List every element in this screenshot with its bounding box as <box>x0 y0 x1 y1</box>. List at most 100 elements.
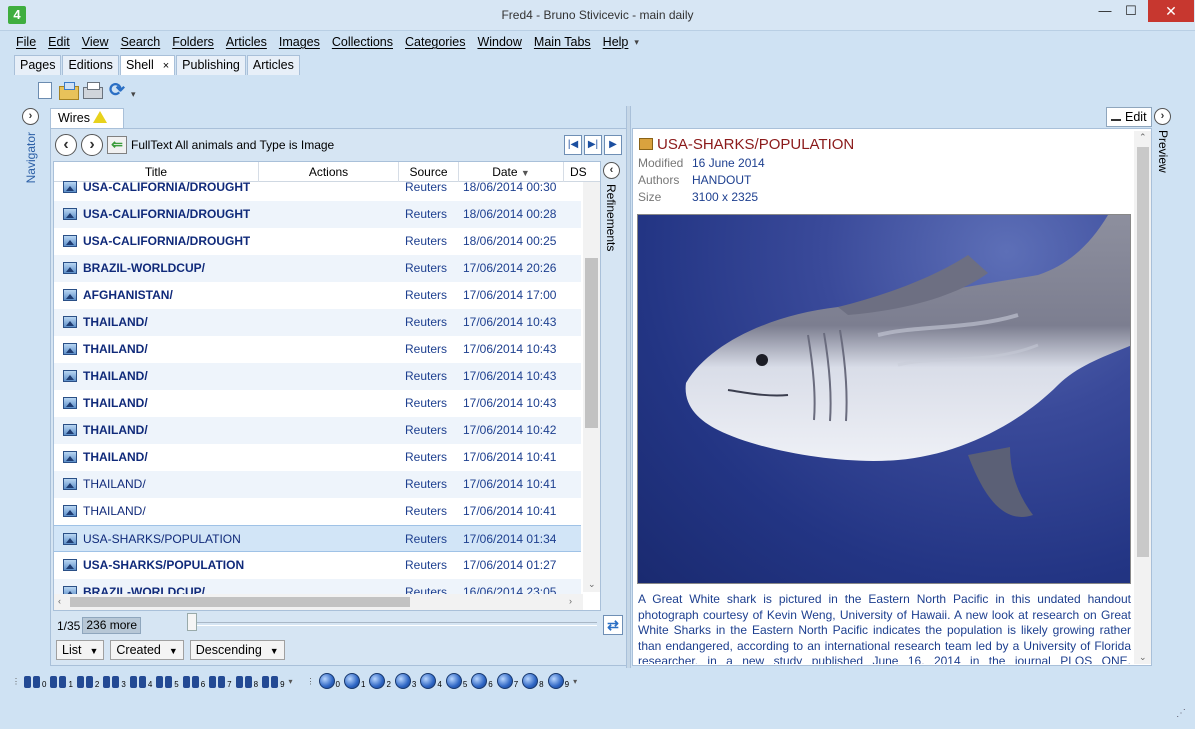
tab-shell[interactable]: Shell × <box>119 55 176 75</box>
table-row[interactable]: THAILAND/Reuters 17/06/2014 10:43 <box>54 336 581 363</box>
tab-articles[interactable]: Articles <box>246 55 300 75</box>
preview-label[interactable]: Preview <box>1156 130 1170 173</box>
table-row[interactable]: USA-CALIFORNIA/DROUGHT Reuters 18/06/2014 … <box>54 228 581 255</box>
globe-slot[interactable]: 4 <box>420 673 442 689</box>
slider-track[interactable] <box>187 622 597 626</box>
globe-slot[interactable]: 0 <box>318 673 340 689</box>
table-row[interactable]: BRAZIL-WORLDCUP/Reuters 17/06/2014 20:26 <box>54 255 581 282</box>
forward-button[interactable]: › <box>81 134 103 156</box>
table-row[interactable]: AFGHANISTAN/Reuters 17/06/2014 17:00 <box>54 282 581 309</box>
vertical-scroll-thumb[interactable] <box>585 258 598 428</box>
saved-search-slot[interactable]: 4 <box>129 673 152 689</box>
first-page-button[interactable]: |◀ <box>564 135 582 155</box>
table-row[interactable]: THAILAND/Reuters 17/06/2014 10:41 <box>54 471 581 498</box>
scroll-right-icon[interactable]: › <box>569 596 572 606</box>
maximize-button[interactable]: ☐ <box>1116 0 1146 22</box>
table-row[interactable]: THAILAND/Reuters 17/06/2014 10:43 <box>54 309 581 336</box>
scroll-down-icon[interactable]: ⌄ <box>588 579 596 590</box>
next-page-button[interactable]: ▶ <box>604 135 622 155</box>
globe-slot[interactable]: 3 <box>394 673 416 689</box>
menu-collections[interactable]: Collections <box>326 33 399 53</box>
table-row[interactable]: USA-SHARKS/POPULATION Reuters 17/06/2014 0… <box>54 525 581 552</box>
saved-search-slot[interactable]: 1 <box>50 673 73 689</box>
horizontal-scrollbar[interactable]: ‹ › <box>54 594 583 610</box>
saved-search-slot[interactable]: 8 <box>235 673 258 689</box>
table-row[interactable]: THAILAND/Reuters 17/06/2014 10:43 <box>54 390 581 417</box>
refinements-toggle-button[interactable]: ‹ <box>603 162 620 179</box>
search-slots: 0123456789 <box>24 673 289 689</box>
open-folder-icon[interactable] <box>59 81 79 100</box>
scroll-up-icon[interactable]: ⌃ <box>1139 132 1147 143</box>
sort-order-select[interactable]: Descending ▼ <box>189 640 285 660</box>
new-document-icon[interactable] <box>38 82 52 99</box>
saved-search-slot[interactable]: 5 <box>156 673 179 689</box>
overflow-icon[interactable]: ▾ <box>573 677 577 686</box>
menu-images[interactable]: Images <box>273 33 326 53</box>
globe-slot[interactable]: 8 <box>522 673 544 689</box>
menu-view[interactable]: View <box>76 33 115 53</box>
saved-search-slot[interactable]: 7 <box>209 673 232 689</box>
tab-close-icon[interactable]: × <box>163 60 169 72</box>
saved-search-slot[interactable]: 2 <box>76 673 99 689</box>
row-source: Reuters <box>405 558 448 572</box>
globe-slot[interactable]: 1 <box>344 673 365 689</box>
refresh-results-button[interactable]: ⇄ <box>603 615 623 635</box>
scroll-left-icon[interactable]: ‹ <box>58 596 61 606</box>
globe-slot[interactable]: 2 <box>369 673 391 689</box>
panel-splitter[interactable] <box>626 106 631 668</box>
menu-overflow-icon[interactable]: ▾ <box>634 33 644 53</box>
slider-thumb[interactable] <box>187 613 197 631</box>
scroll-down-icon[interactable]: ⌄ <box>1139 652 1147 663</box>
toolbar-overflow-icon[interactable]: ▾ <box>131 89 136 100</box>
tab-publishing[interactable]: Publishing <box>176 55 246 75</box>
table-row[interactable]: THAILAND/Reuters 17/06/2014 10:41 <box>54 498 581 525</box>
tab-wires[interactable]: Wires× <box>50 108 124 143</box>
preview-toggle-button[interactable]: › <box>1154 108 1171 125</box>
menu-help[interactable]: Help <box>597 33 635 53</box>
saved-search-slot[interactable]: 9 <box>262 673 285 689</box>
refinements-label[interactable]: Refinements <box>604 184 618 251</box>
globe-slot[interactable]: 5 <box>445 673 467 689</box>
globe-slot[interactable]: 7 <box>496 673 518 689</box>
table-row[interactable]: USA-CALIFORNIA/DROUGHT Reuters 18/06/2014 … <box>54 201 581 228</box>
menu-articles[interactable]: Articles <box>220 33 273 53</box>
refresh-icon[interactable]: ⟳ <box>107 80 127 101</box>
saved-search-slot[interactable]: 6 <box>182 673 205 689</box>
menu-file[interactable]: File <box>10 33 42 53</box>
saved-search-slot[interactable]: 3 <box>103 673 126 689</box>
overflow-icon[interactable]: ▾ <box>289 677 293 686</box>
menu-edit[interactable]: Edit <box>42 33 76 53</box>
menu-main-tabs[interactable]: Main Tabs <box>528 33 597 53</box>
menu-window[interactable]: Window <box>471 33 527 53</box>
table-row[interactable]: THAILAND/Reuters 17/06/2014 10:41 <box>54 444 581 471</box>
green-arrow-icon[interactable]: ⇐ <box>107 136 127 154</box>
globe-slot[interactable]: 6 <box>471 673 493 689</box>
more-results-button[interactable]: 236 more <box>82 617 142 634</box>
close-window-button[interactable]: ✕ <box>1148 0 1194 22</box>
preview-scrollbar[interactable]: ⌃ ⌄ <box>1134 131 1151 664</box>
menu-categories[interactable]: Categories <box>399 33 471 53</box>
table-row[interactable]: THAILAND/Reuters 17/06/2014 10:43 <box>54 363 581 390</box>
globe-slot[interactable]: 9 <box>547 673 569 689</box>
menu-search[interactable]: Search <box>115 33 167 53</box>
preview-scroll-thumb[interactable] <box>1137 147 1149 557</box>
sort-field-select[interactable]: Created ▼ <box>110 640 184 660</box>
saved-search-slot[interactable]: 0 <box>24 673 46 689</box>
tab-editions[interactable]: Editions <box>62 55 119 75</box>
print-icon[interactable] <box>83 81 103 99</box>
back-button[interactable]: ‹ <box>55 134 77 156</box>
image-icon <box>63 559 77 571</box>
edit-button[interactable]: Edit <box>1106 107 1152 127</box>
last-page-button[interactable]: ▶| <box>584 135 602 155</box>
table-row[interactable]: THAILAND/Reuters 17/06/2014 10:42 <box>54 417 581 444</box>
table-row[interactable]: USA-CALIFORNIA/DROUGHT Reuters 18/06/2014 … <box>54 174 581 201</box>
view-mode-select[interactable]: List ▼ <box>56 640 105 660</box>
resize-grip-icon[interactable]: ⋰ <box>1176 708 1186 719</box>
table-row[interactable]: USA-SHARKS/POPULATION Reuters 17/06/2014 0… <box>54 552 581 579</box>
menu-folders[interactable]: Folders <box>166 33 220 53</box>
navigator-label[interactable]: Navigator <box>24 132 38 183</box>
navigator-toggle-button[interactable]: › <box>22 108 39 125</box>
horizontal-scroll-thumb[interactable] <box>70 597 410 607</box>
tab-pages[interactable]: Pages <box>14 55 62 75</box>
vertical-scrollbar[interactable]: ⌄ <box>583 182 600 592</box>
